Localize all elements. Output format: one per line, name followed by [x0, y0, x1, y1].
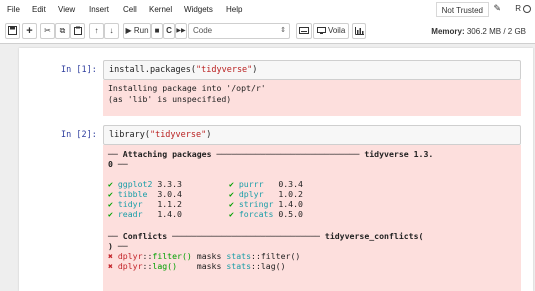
stop-icon[interactable]: ■ — [151, 23, 163, 39]
conflict-row: ✖ dplyr::filter() masks stats::filter() — [108, 251, 301, 261]
check-icon: ✔ — [108, 179, 113, 189]
memory-usage: Memory: 306.2 MB / 2 GB — [431, 27, 526, 36]
menu-cell[interactable]: Cell — [123, 5, 137, 14]
package-row: ✔ tidyr 1.1.2 — [108, 199, 182, 209]
kernel-status-icon — [523, 5, 531, 13]
package-row: ✔ purrr 0.3.4 — [229, 179, 303, 189]
package-name: forcats — [238, 209, 274, 219]
check-icon: ✔ — [229, 209, 234, 219]
cell-1-input[interactable]: install.packages("tidyverse") — [103, 60, 521, 80]
voila-button[interactable]: Voila — [313, 23, 349, 39]
attach-header-cont: 0 ── — [108, 159, 128, 169]
attach-header: ── Attaching packages ──────────────────… — [108, 149, 434, 159]
check-icon: ✔ — [229, 189, 234, 199]
voila-label: Voila — [327, 26, 346, 35]
conflict-fn: lag() — [152, 261, 178, 271]
cell-2-prompt: In [2]: — [61, 130, 97, 140]
pencil-icon[interactable]: ✎ — [493, 3, 501, 14]
toolbar: + ✂ ⧉ ↑ ↓ ▶ Run ■ C ▶▶ Code ⇕ Voila Memo… — [0, 20, 535, 44]
restart-icon[interactable]: C — [163, 23, 175, 39]
check-icon: ✔ — [229, 179, 234, 189]
menu-file[interactable]: File — [7, 5, 20, 14]
menu-widgets[interactable]: Widgets — [184, 5, 213, 14]
check-icon: ✔ — [108, 199, 113, 209]
package-name: tibble — [117, 189, 148, 199]
code-string: "tidyverse" — [196, 65, 253, 75]
check-icon: ✔ — [108, 209, 113, 219]
memory-label: Memory: — [431, 27, 465, 36]
package-version: 1.4.0 — [278, 199, 303, 209]
package-row: ✔ dplyr 1.0.2 — [229, 189, 303, 199]
copy-icon[interactable]: ⧉ — [55, 23, 70, 39]
package-version: 0.3.4 — [278, 179, 303, 189]
package-row: ✔ tibble 3.0.4 — [108, 189, 182, 199]
package-row: ✔ stringr 1.4.0 — [229, 199, 303, 209]
chart-icon[interactable] — [352, 23, 366, 39]
move-down-icon[interactable]: ↓ — [104, 23, 119, 39]
package-row: ✔ readr 1.4.0 — [108, 209, 182, 219]
package-name: stringr — [238, 199, 274, 209]
cut-icon[interactable]: ✂ — [40, 23, 55, 39]
cross-icon: ✖ — [108, 251, 113, 261]
masked-fn: filter() — [260, 251, 301, 261]
package-version: 1.0.2 — [278, 189, 303, 199]
add-cell-icon[interactable]: + — [22, 23, 37, 39]
conflicts-header-cont: ) ── — [108, 241, 128, 251]
conflicts-header: ── Conflicts ───────────────────────────… — [108, 231, 424, 241]
package-row: ✔ ggplot2 3.3.3 — [108, 179, 182, 189]
conflict-fn: filter() — [152, 251, 192, 261]
cell-type-select[interactable]: Code ⇕ — [188, 23, 290, 39]
menu-help[interactable]: Help — [226, 5, 242, 14]
kernel-name: R — [515, 4, 521, 13]
cell-1-prompt: In [1]: — [61, 65, 97, 75]
package-name: ggplot2 — [117, 179, 153, 189]
code-end: ) — [252, 65, 258, 75]
package-version: 0.5.0 — [278, 209, 303, 219]
code-fn: install.packages( — [109, 65, 196, 75]
cell-type-value: Code — [193, 26, 213, 35]
conflict-pkg: dplyr — [117, 251, 143, 261]
conflict-pkg: dplyr — [117, 261, 143, 271]
move-up-icon[interactable]: ↑ — [89, 23, 104, 39]
memory-value: 306.2 MB / 2 GB — [466, 27, 526, 36]
run-button[interactable]: ▶ Run — [123, 23, 151, 39]
cell-2-input[interactable]: library("tidyverse") — [103, 125, 521, 145]
menu-kernel[interactable]: Kernel — [149, 5, 172, 14]
package-name: tidyr — [117, 199, 143, 209]
code-fn: library( — [109, 130, 150, 140]
package-name: readr — [117, 209, 143, 219]
package-version: 1.1.2 — [157, 199, 182, 209]
package-name: dplyr — [238, 189, 264, 199]
menu-bar: File Edit View Insert Cell Kernel Widget… — [0, 0, 535, 20]
cell-1-output: Installing package into '/opt/r' (as 'li… — [103, 80, 521, 116]
masked-pkg: stats — [226, 251, 252, 261]
paste-icon[interactable] — [70, 23, 85, 39]
save-icon[interactable] — [5, 23, 20, 39]
menu-edit[interactable]: Edit — [32, 5, 46, 14]
package-name: purrr — [238, 179, 264, 189]
package-version: 3.3.3 — [157, 179, 182, 189]
cell-2-output: ── Attaching packages ──────────────────… — [103, 145, 521, 291]
check-icon: ✔ — [229, 199, 234, 209]
package-version: 1.4.0 — [157, 209, 182, 219]
code-end: ) — [206, 130, 212, 140]
conflict-row: ✖ dplyr::lag() masks stats::lag() — [108, 261, 286, 271]
keyboard-icon[interactable] — [296, 23, 312, 39]
output-line: Installing package into '/opt/r' — [108, 83, 266, 93]
cross-icon: ✖ — [108, 261, 113, 271]
check-icon: ✔ — [108, 189, 113, 199]
select-arrows-icon: ⇕ — [280, 27, 286, 34]
masked-fn: lag() — [260, 261, 286, 271]
menu-insert[interactable]: Insert — [89, 5, 109, 14]
not-trusted-button[interactable]: Not Trusted — [435, 2, 489, 17]
package-version: 3.0.4 — [157, 189, 182, 199]
code-string: "tidyverse" — [149, 130, 207, 140]
masked-pkg: stats — [226, 261, 252, 271]
output-line: (as 'lib' is unspecified) — [108, 94, 232, 104]
package-row: ✔ forcats 0.5.0 — [229, 209, 303, 219]
notebook-area: In [1]: install.packages("tidyverse") In… — [19, 48, 533, 291]
menu-view[interactable]: View — [58, 5, 75, 14]
fast-forward-icon[interactable]: ▶▶ — [175, 23, 187, 39]
